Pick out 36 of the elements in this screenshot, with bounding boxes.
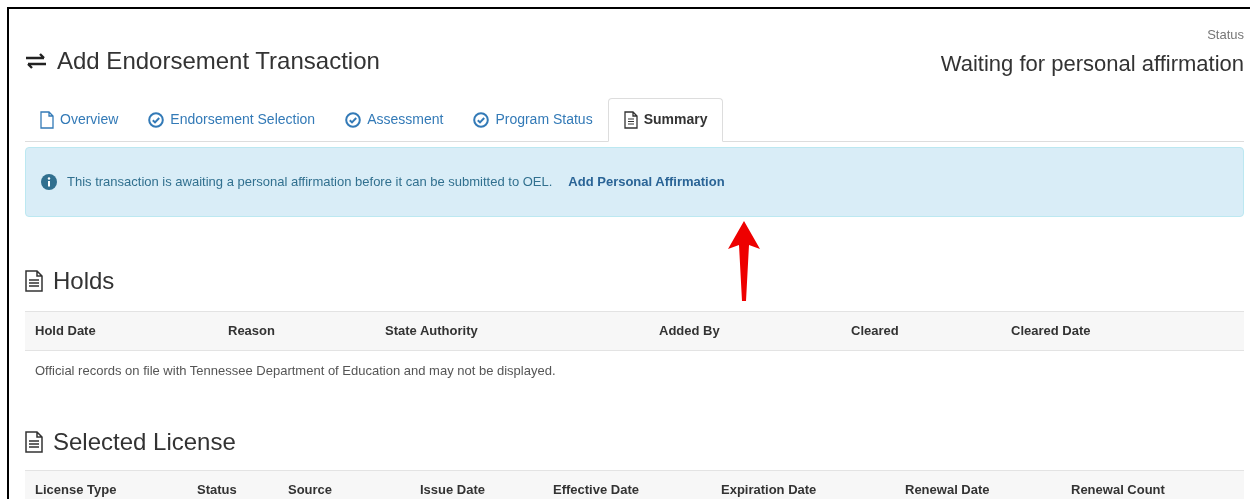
check-circle-icon — [473, 111, 490, 128]
document-icon — [25, 430, 43, 453]
section-title: Holds — [53, 265, 115, 296]
status-value: Waiting for personal affirmation — [940, 49, 1244, 78]
column-header: Hold Date — [35, 321, 97, 340]
column-header: Reason — [228, 321, 276, 340]
column-header: Renewal Count — [1071, 481, 1166, 499]
tab[interactable]: Endorsement Selection — [133, 98, 331, 141]
column-header: License Type — [35, 481, 118, 499]
column-header: Effective Date — [553, 481, 640, 499]
page-title: Add Endorsement Transaction — [57, 46, 380, 76]
check-circle-icon — [148, 111, 165, 128]
document-icon — [25, 269, 43, 292]
status-label: Status — [1207, 26, 1244, 44]
column-header: State Authority — [385, 321, 479, 340]
column-header: Source — [288, 481, 334, 499]
document-icon — [40, 110, 54, 129]
column-header: Issue Date — [420, 481, 487, 499]
add-affirmation-link[interactable]: Add Personal Affirmation — [568, 171, 725, 192]
tab[interactable]: Overview — [25, 98, 134, 141]
alert-message: This transaction is awaiting a personal affirmation before it can be submitted to OEL. — [67, 172, 553, 191]
column-header: Expiration Date — [721, 481, 818, 499]
tab[interactable]: Program Status — [458, 98, 608, 141]
document-icon — [623, 110, 638, 129]
check-circle-icon — [345, 111, 362, 128]
tab[interactable]: Assessment — [330, 98, 459, 141]
column-header: Added By — [659, 321, 721, 340]
transfer-icon — [25, 53, 47, 69]
tab[interactable]: Summary — [607, 97, 724, 142]
empty-message: Official records on file with Tennessee Department of Education and may not be displayed. — [35, 361, 556, 380]
section-title: Selected License — [53, 426, 236, 457]
column-header: Cleared — [851, 321, 900, 340]
column-header: Status — [197, 481, 238, 499]
info-icon — [41, 173, 57, 190]
column-header: Renewal Date — [905, 481, 991, 499]
column-header: Cleared Date — [1011, 321, 1092, 340]
